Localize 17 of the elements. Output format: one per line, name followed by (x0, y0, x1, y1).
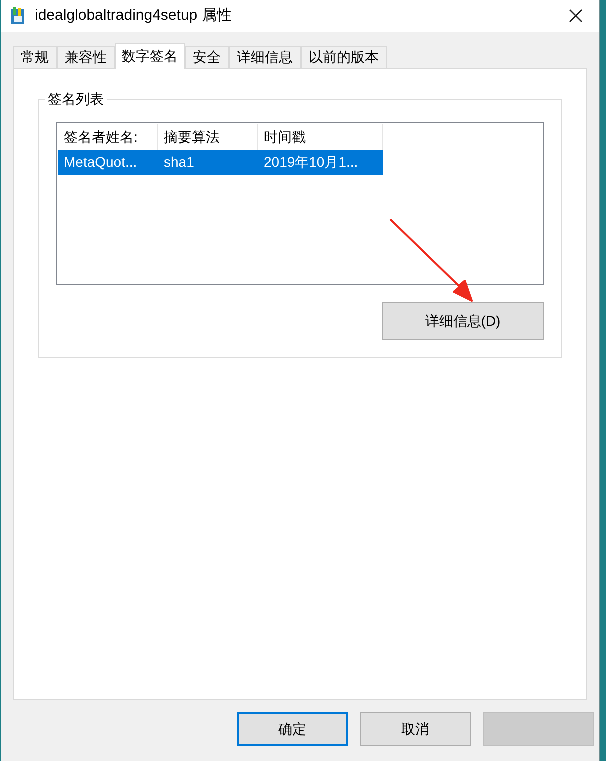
tab[interactable]: 兼容性 (57, 46, 115, 68)
table-cell-text: 2019年10月1... (263, 153, 360, 172)
tab[interactable]: 以前的版本 (301, 46, 387, 68)
window-title: idealglobaltrading4setup 属性 (35, 6, 233, 26)
installer-icon (9, 6, 27, 26)
tab[interactable]: 数字签名 (115, 43, 185, 69)
table-cell-text: sha1 (163, 153, 196, 172)
close-icon (569, 9, 583, 23)
signature-row[interactable]: MetaQuot... sha1 2019年10月1... (58, 150, 383, 175)
details-button[interactable]: 详细信息(D) (382, 302, 544, 340)
dialog-button[interactable]: 取消 (360, 712, 471, 746)
tab[interactable]: 详细信息 (229, 46, 301, 68)
table-cell-text: MetaQuot... (63, 153, 138, 172)
dialog-button[interactable]: 确定 (237, 712, 348, 746)
tab[interactable]: 常规 (13, 46, 57, 68)
group-title: 签名列表 (45, 90, 107, 108)
tab[interactable]: 安全 (185, 46, 229, 68)
